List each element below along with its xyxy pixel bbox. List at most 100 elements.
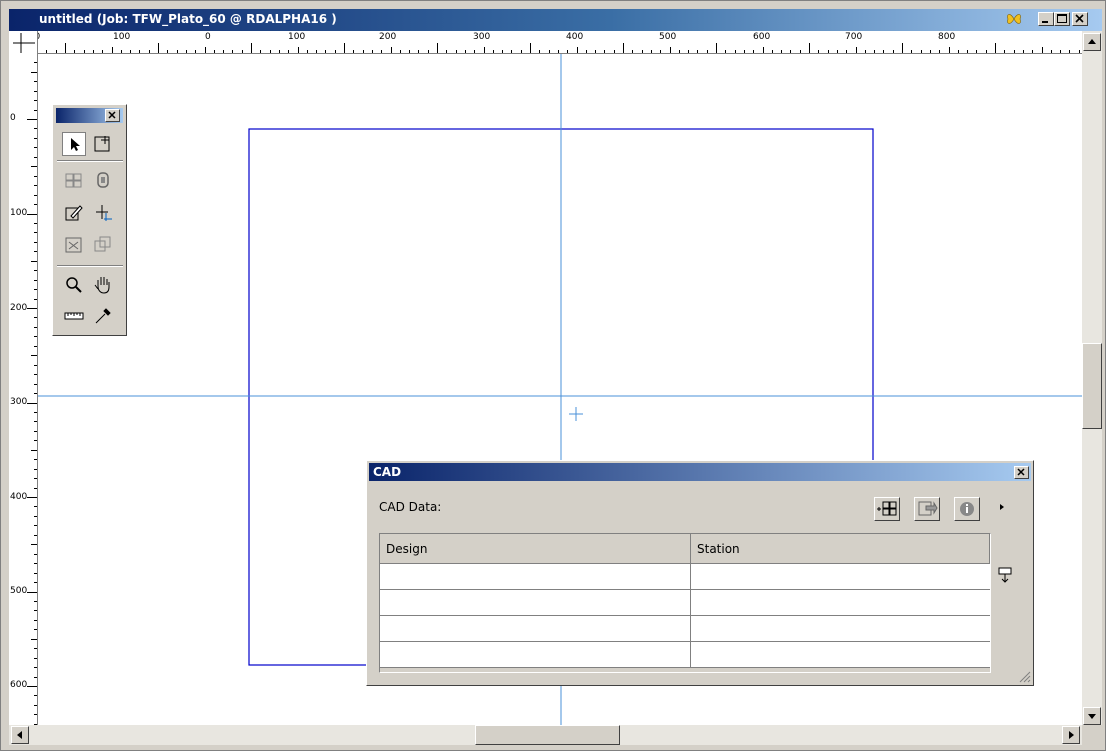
minimize-button[interactable] <box>1038 12 1054 26</box>
ruler-tool[interactable] <box>62 304 86 328</box>
ruler-tick <box>34 695 37 697</box>
table-cell[interactable] <box>691 564 990 589</box>
ruler-tick <box>353 50 355 53</box>
ruler-tick <box>92 50 94 53</box>
ruler-tick <box>34 175 37 177</box>
ruler-tick <box>920 50 922 53</box>
ruler-tick <box>204 47 206 53</box>
close-button[interactable] <box>1072 12 1088 26</box>
resize-grip-icon[interactable] <box>1017 669 1031 683</box>
ruler-tick <box>34 610 37 612</box>
ruler-tick <box>846 50 848 53</box>
ruler-tick <box>34 364 37 366</box>
eyedropper-tool[interactable] <box>91 304 115 328</box>
table-row[interactable] <box>380 590 990 616</box>
close-icon <box>108 111 116 119</box>
import-icon <box>918 501 938 516</box>
ruler-tick <box>185 50 187 53</box>
import-cad-button[interactable] <box>914 497 940 521</box>
ruler-origin[interactable] <box>9 31 38 53</box>
table-cell[interactable] <box>380 642 691 667</box>
ruler-tick <box>74 50 76 53</box>
ruler-tick <box>31 71 37 73</box>
ruler-tick <box>158 43 159 53</box>
ruler-tick <box>641 50 643 53</box>
pointer-tool[interactable] <box>62 132 86 156</box>
pin-icon[interactable] <box>998 567 1012 583</box>
eyedropper-icon <box>95 308 111 324</box>
panel-menu-arrow-icon[interactable] <box>997 501 1007 513</box>
horizontal-scrollbar[interactable] <box>9 725 1082 745</box>
move-copy-tool[interactable] <box>91 201 115 225</box>
ruler-tick <box>34 204 37 206</box>
info-button[interactable] <box>954 497 980 521</box>
ruler-tick <box>34 317 37 319</box>
marquee-move-icon <box>94 136 110 152</box>
table-row[interactable] <box>380 616 990 642</box>
ruler-tick <box>939 50 941 53</box>
maximize-button[interactable] <box>1054 12 1070 26</box>
horizontal-scroll-thumb[interactable] <box>475 725 620 745</box>
ruler-tick <box>1078 50 1080 53</box>
ruler-tick <box>195 50 197 53</box>
ruler-tick <box>790 50 792 53</box>
marquee-move-tool[interactable] <box>91 132 115 156</box>
edit-tool[interactable] <box>62 201 86 225</box>
table-cell[interactable] <box>691 590 990 615</box>
ruler-tick <box>34 534 37 536</box>
magnifier-icon <box>66 277 82 293</box>
ruler-tick <box>232 50 234 53</box>
column-header-design[interactable]: Design <box>380 534 691 564</box>
ruler-tick <box>325 50 327 53</box>
ruler-tick <box>381 50 383 53</box>
ruler-tick <box>31 449 37 451</box>
ruler-tick <box>34 90 37 92</box>
table-cell[interactable] <box>380 564 691 589</box>
ruler-label: 200 <box>379 32 397 42</box>
vertical-ruler[interactable]: 0 100 200 300 400 500 600 <box>9 53 38 725</box>
column-header-station[interactable]: Station <box>691 534 990 564</box>
horizontal-ruler[interactable]: 200 100 0 100 200 300 400 500 600 700 80… <box>9 31 1082 54</box>
scroll-left-button[interactable] <box>11 726 29 744</box>
palette-close-button[interactable] <box>105 109 120 122</box>
ruler-tick <box>576 47 578 53</box>
add-cad-button[interactable] <box>874 497 900 521</box>
table-row[interactable] <box>380 642 990 668</box>
ruler-label: 300 <box>473 32 491 42</box>
vertical-scrollbar[interactable] <box>1082 31 1102 725</box>
ruler-tick <box>650 50 652 53</box>
merge-tool[interactable] <box>91 233 115 257</box>
table-cell[interactable] <box>380 590 691 615</box>
scroll-up-button[interactable] <box>1083 33 1101 51</box>
table-cell[interactable] <box>691 616 990 641</box>
ruler-tick <box>34 156 37 158</box>
ruler-tick <box>464 50 466 53</box>
cad-title-bar[interactable]: CAD <box>369 463 1031 481</box>
ruler-tick <box>34 289 37 291</box>
table-cell[interactable] <box>691 642 990 667</box>
table-row[interactable] <box>380 564 990 590</box>
arrow-down-icon <box>1088 714 1096 719</box>
minimize-icon <box>1042 21 1048 23</box>
hand-tool[interactable] <box>91 273 115 297</box>
cut-tool[interactable] <box>62 233 86 257</box>
table-cell[interactable] <box>380 616 691 641</box>
zoom-tool[interactable] <box>62 273 86 297</box>
cad-close-button[interactable] <box>1014 466 1029 479</box>
ruler-tick <box>34 393 37 395</box>
step-tool[interactable] <box>91 169 115 193</box>
title-bar[interactable]: untitled (Job: TFW_Plato_60 @ RDALPHA16 … <box>9 9 1102 31</box>
arrow-right-icon <box>1069 731 1074 739</box>
ruler-tick <box>34 62 37 64</box>
cad-data-table[interactable]: Design Station <box>379 533 991 673</box>
ruler-tick <box>34 109 37 111</box>
scroll-right-button[interactable] <box>1062 726 1080 744</box>
ruler-tick <box>139 50 141 53</box>
ruler-tick <box>502 50 504 53</box>
tool-palette <box>52 104 127 336</box>
scroll-down-button[interactable] <box>1083 707 1101 725</box>
ruler-label: 100 <box>288 32 306 42</box>
ruler-tick <box>34 704 37 706</box>
vertical-scroll-thumb[interactable] <box>1082 343 1102 429</box>
grid-tool[interactable] <box>62 169 86 193</box>
